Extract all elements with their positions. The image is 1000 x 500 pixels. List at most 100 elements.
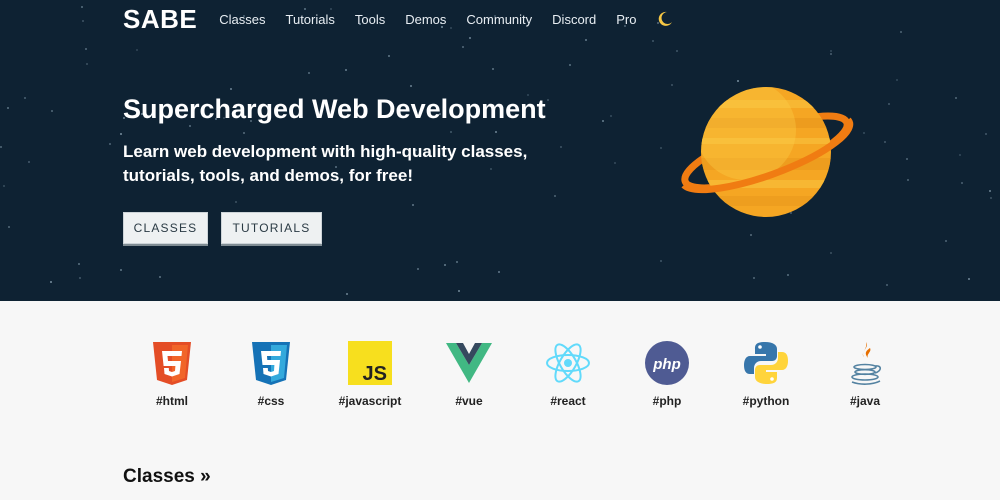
language-javascript[interactable]: JS #javascript (325, 340, 415, 408)
star-dot (417, 268, 419, 270)
star-dot (753, 277, 755, 279)
star-dot (907, 179, 909, 181)
star-dot (86, 63, 88, 65)
language-php[interactable]: php #php (622, 340, 712, 408)
classes-section-heading[interactable]: Classes » (123, 466, 211, 488)
planet-icon (681, 87, 854, 217)
star-dot (346, 293, 348, 295)
html5-icon (153, 342, 191, 385)
hero-section: SABE Classes Tutorials Tools Demos Commu… (0, 0, 1000, 301)
hero-title: Supercharged Web Development (123, 94, 546, 124)
star-dot (900, 31, 902, 33)
star-dot (959, 154, 961, 156)
star-dot (602, 120, 604, 122)
star-dot (569, 64, 571, 66)
star-dot (345, 69, 347, 71)
star-dot (787, 274, 789, 276)
star-dot (51, 110, 53, 112)
react-icon (546, 343, 590, 383)
languages-row: #html #css JS #javascript #vue #react ph… (0, 340, 1000, 420)
star-dot (50, 281, 52, 283)
star-dot (652, 40, 654, 42)
star-dot (830, 53, 832, 55)
nav-item-discord[interactable]: Discord (552, 12, 596, 27)
language-label: #python (742, 394, 790, 408)
star-dot (230, 88, 232, 90)
svg-text:JS: JS (363, 363, 387, 385)
language-html[interactable]: #html (127, 340, 217, 408)
nav-item-tools[interactable]: Tools (355, 12, 385, 27)
language-vue[interactable]: #vue (424, 340, 514, 408)
star-dot (189, 125, 191, 127)
star-dot (308, 72, 310, 74)
star-dot (498, 271, 500, 273)
language-java[interactable]: #java (820, 340, 910, 408)
star-dot (554, 195, 556, 197)
svg-text:php: php (652, 356, 681, 373)
star-dot (961, 182, 963, 184)
language-label: #java (849, 394, 881, 408)
star-dot (495, 131, 497, 133)
language-label: #css (257, 394, 285, 408)
tutorials-button[interactable]: TUTORIALS (221, 212, 322, 244)
language-react[interactable]: #react (523, 340, 613, 408)
nav-item-tutorials[interactable]: Tutorials (286, 12, 335, 27)
star-dot (412, 204, 414, 206)
star-dot (660, 147, 662, 149)
star-dot (750, 234, 752, 236)
star-dot (676, 50, 678, 52)
star-dot (444, 264, 446, 266)
star-dot (8, 226, 10, 228)
language-label: #php (652, 394, 682, 408)
star-dot (0, 146, 2, 148)
star-dot (24, 97, 26, 99)
star-dot (906, 158, 908, 160)
moon-icon[interactable] (656, 10, 674, 28)
star-dot (82, 20, 84, 22)
star-dot (830, 50, 832, 52)
star-dot (896, 79, 898, 81)
classes-button[interactable]: CLASSES (123, 212, 208, 244)
star-dot (79, 277, 81, 279)
star-dot (136, 49, 138, 51)
star-dot (81, 6, 83, 8)
star-dot (243, 132, 245, 134)
star-dot (78, 263, 80, 265)
language-css[interactable]: #css (226, 340, 316, 408)
star-dot (671, 84, 673, 86)
star-dot (547, 99, 549, 101)
nav-item-classes[interactable]: Classes (219, 12, 265, 27)
top-nav: SABE Classes Tutorials Tools Demos Commu… (123, 0, 674, 38)
site-logo[interactable]: SABE (123, 4, 197, 35)
star-dot (614, 162, 616, 164)
star-dot (968, 278, 970, 280)
star-dot (863, 132, 865, 134)
vue-icon (446, 343, 492, 383)
star-dot (28, 161, 30, 163)
javascript-icon: JS (348, 341, 392, 385)
star-dot (458, 290, 460, 292)
star-dot (884, 141, 886, 143)
nav-item-demos[interactable]: Demos (405, 12, 446, 27)
language-label: #vue (455, 394, 483, 408)
star-dot (120, 133, 122, 135)
nav-item-pro[interactable]: Pro (616, 12, 636, 27)
star-dot (955, 97, 957, 99)
star-dot (388, 55, 390, 57)
star-dot (85, 48, 87, 50)
nav-item-community[interactable]: Community (466, 12, 532, 27)
star-dot (660, 260, 662, 262)
css3-icon (252, 342, 290, 385)
star-dot (888, 103, 890, 105)
star-dot (7, 107, 9, 109)
star-dot (830, 252, 832, 254)
star-dot (985, 133, 987, 135)
language-label: #javascript (338, 394, 402, 408)
language-python[interactable]: #python (721, 340, 811, 408)
star-dot (585, 39, 587, 41)
star-dot (120, 269, 122, 271)
star-dot (456, 261, 458, 263)
star-dot (989, 190, 991, 192)
star-dot (610, 115, 612, 117)
star-dot (990, 197, 992, 199)
